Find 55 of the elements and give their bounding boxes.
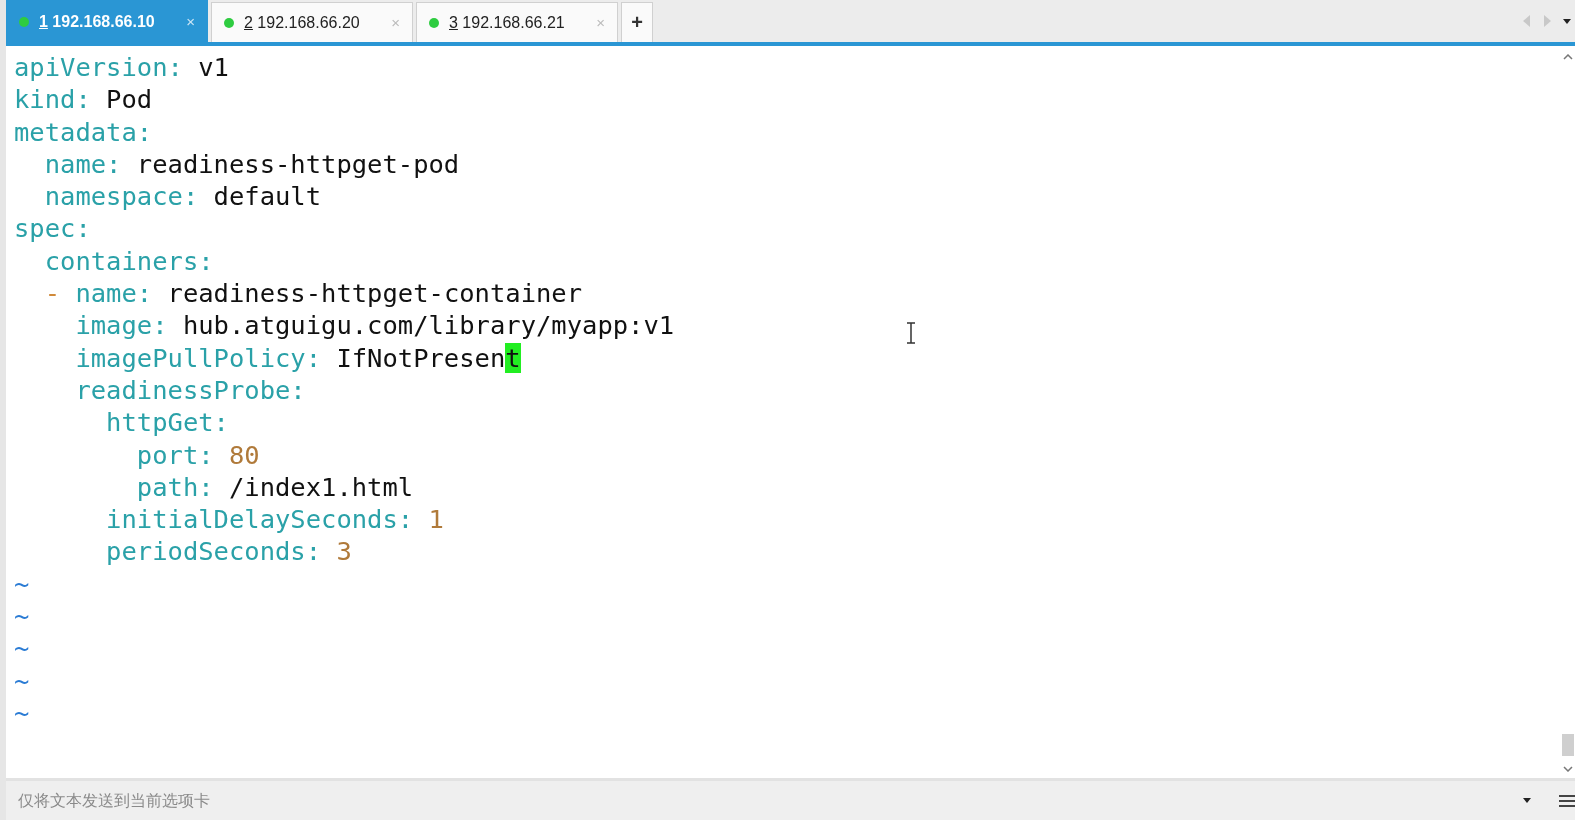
empty-line-marker: ~ [14, 601, 30, 632]
empty-line-marker: ~ [14, 568, 30, 599]
code-text: readiness-httpget-pod [135, 148, 460, 179]
code-text: readinessProbe: [74, 374, 306, 405]
code-text: name: [74, 278, 153, 309]
session-tab[interactable]: 2 192.168.66.20 × [211, 2, 413, 42]
text-cursor: t [505, 342, 521, 373]
status-dot-icon [224, 17, 234, 28]
new-tab-button[interactable]: + [621, 2, 653, 42]
session-tab[interactable]: 3 192.168.66.21 × [416, 2, 618, 42]
code-text: apiVersion: [14, 52, 183, 82]
tab-label: 1 192.168.66.10 [39, 12, 156, 31]
code-text: containers: [43, 245, 214, 276]
code-text: - [43, 278, 61, 309]
scrollbar-thumb[interactable] [1562, 734, 1574, 756]
empty-line-marker: ~ [14, 665, 30, 696]
empty-line-marker: ~ [14, 697, 30, 728]
code-text: hub.atguigu.com/library/myapp:v1 [181, 310, 675, 341]
code-text: periodSeconds: [105, 536, 322, 567]
code-text: imagePullPolicy: [74, 342, 322, 373]
code-text: IfNotPresen [335, 342, 506, 373]
dropdown-icon[interactable] [1523, 798, 1531, 803]
send-text-field[interactable]: 仅将文本发送到当前选项卡 [6, 778, 1513, 820]
menu-icon[interactable] [1559, 793, 1575, 808]
code-text: metadata: [14, 116, 153, 147]
code-text: v1 [197, 52, 229, 82]
close-tab-button[interactable]: × [596, 14, 605, 31]
code-text: kind: [14, 84, 91, 115]
code-text: 3 [335, 536, 352, 567]
tab-label: 3 192.168.66.21 [449, 13, 566, 32]
close-tab-button[interactable]: × [186, 13, 195, 30]
code-text: image: [74, 310, 168, 341]
code-text: default [212, 181, 322, 212]
code-text: 80 [227, 439, 260, 470]
code-text: httpGet: [105, 407, 229, 438]
code-text: initialDelaySeconds: [105, 504, 414, 535]
status-dot-icon [429, 17, 439, 28]
code-text: port: [135, 439, 214, 470]
code-text: readiness-httpget-container [166, 278, 583, 309]
code-text: namespace: [43, 181, 199, 212]
code-text: spec: [14, 213, 91, 244]
session-tab[interactable]: 1 192.168.66.10 × [6, 0, 208, 42]
status-dot-icon [19, 16, 29, 27]
code-text: name: [43, 148, 122, 179]
code-text: path: [135, 471, 214, 502]
code-text: 1 [427, 504, 444, 535]
empty-line-marker: ~ [14, 633, 30, 664]
code-text: Pod [105, 84, 153, 115]
scroll-up-icon[interactable] [1563, 54, 1573, 60]
dropdown-icon[interactable] [1563, 18, 1571, 24]
close-tab-button[interactable]: × [391, 14, 400, 31]
tab-label: 2 192.168.66.20 [244, 13, 361, 32]
scroll-down-icon[interactable] [1563, 766, 1573, 772]
code-text: /index1.html [227, 471, 414, 502]
text-cursor-icon [906, 322, 916, 344]
